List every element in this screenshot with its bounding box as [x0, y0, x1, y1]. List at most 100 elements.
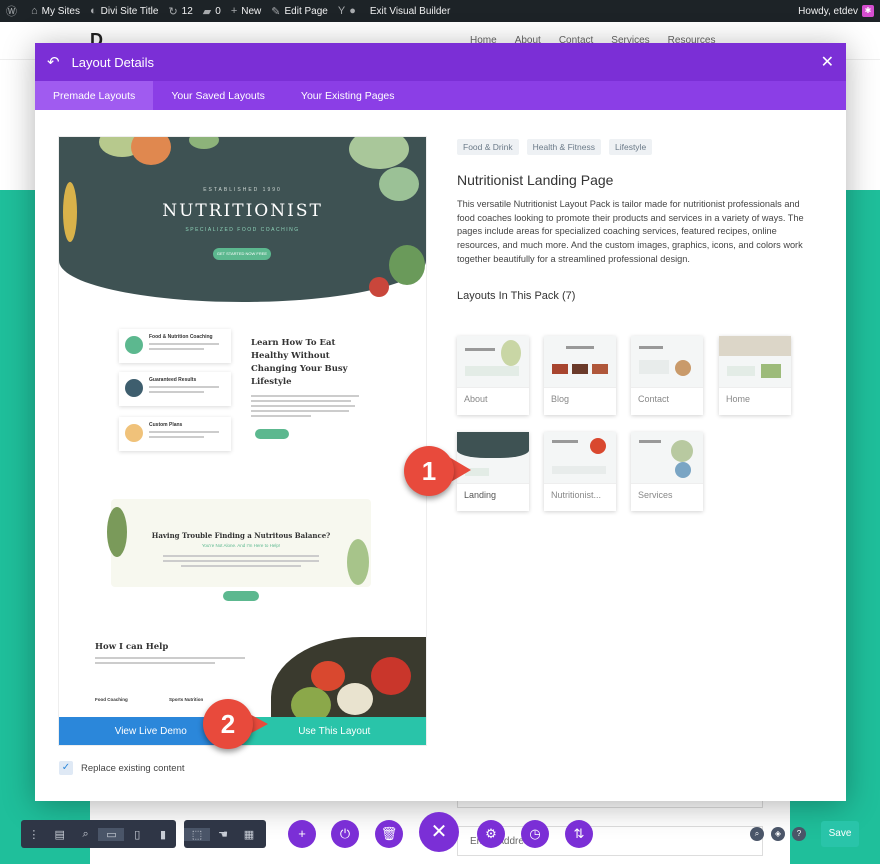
step-badge-1: 1	[404, 446, 454, 496]
portability-icon[interactable]: ⇅	[565, 820, 593, 848]
tab-saved-layouts[interactable]: Your Saved Layouts	[153, 81, 283, 110]
layout-thumb-contact[interactable]: Contact	[631, 336, 703, 415]
service-title: Custom Plans	[149, 422, 183, 428]
back-arrow-icon[interactable]: ↶	[47, 53, 60, 71]
help-item: Sports Nutrition	[169, 697, 204, 702]
thumb-image	[631, 336, 703, 388]
leaf-decoration	[379, 167, 419, 201]
settings-icon[interactable]: ⚙	[477, 820, 505, 848]
tab-premade-layouts[interactable]: Premade Layouts	[35, 81, 154, 110]
leaf-decoration	[189, 137, 219, 149]
my-sites-link[interactable]: ⌂ My Sites	[31, 5, 80, 17]
edit-mode-group: ⬚ ☚ ▦	[184, 820, 266, 848]
hero-subtitle: SPECIALIZED FOOD COACHING	[185, 227, 300, 233]
preview-hero: ESTABLISHED 1990 NUTRITIONIST SPECIALIZE…	[59, 137, 426, 302]
wordpress-logo[interactable]: Ⓦ	[6, 3, 21, 19]
site-title-label: Divi Site Title	[100, 5, 159, 17]
layout-thumb-nutritionist[interactable]: Nutritionist...	[544, 432, 616, 511]
leaf-icon	[125, 336, 143, 354]
pack-heading: Layouts In This Pack (7)	[457, 289, 576, 302]
hero-eyebrow: ESTABLISHED 1990	[203, 187, 282, 193]
comments-link[interactable]: ▰ 0	[203, 5, 221, 18]
comment-icon: ▰	[202, 5, 212, 18]
greeting-label: Howdy, etdev	[798, 5, 858, 17]
help-item: Food Coaching	[95, 697, 128, 702]
help-heading: How I can Help	[95, 642, 169, 652]
history-icon[interactable]: ◷	[521, 820, 549, 848]
layout-preview[interactable]: ESTABLISHED 1990 NUTRITIONIST SPECIALIZE…	[59, 137, 426, 745]
updates-link[interactable]: ↻ 12	[168, 5, 192, 18]
new-content-link[interactable]: + New	[231, 5, 261, 17]
help-icon[interactable]: ?	[792, 827, 806, 841]
more-options-icon[interactable]: ⋮	[21, 828, 47, 841]
phone-icon[interactable]: ▮	[150, 828, 176, 841]
save-button[interactable]: Save	[821, 821, 859, 847]
tab-existing-pages[interactable]: Your Existing Pages	[283, 81, 413, 110]
grid-mode-icon[interactable]: ▦	[236, 828, 262, 841]
layout-thumb-services[interactable]: Services	[631, 432, 703, 511]
hover-mode-icon[interactable]: ⬚	[184, 827, 210, 841]
home-icon: ⌂	[31, 5, 38, 17]
plan-icon	[125, 424, 143, 442]
layout-title: Nutritionist Landing Page	[457, 172, 614, 188]
updates-count: 12	[181, 5, 193, 17]
fruit-decoration	[131, 137, 171, 165]
hero-button: GET STARTED NOW FREE	[213, 248, 271, 260]
modal-tabs: Premade Layouts Your Saved Layouts Your …	[35, 81, 846, 110]
learn-heading-text: Learn How To Eat Healthy Without Changin…	[251, 338, 348, 387]
search-icon[interactable]: ⌕	[750, 827, 764, 841]
plus-icon: +	[230, 5, 238, 17]
power-icon[interactable]: ⏻	[331, 820, 359, 848]
learn-paragraph	[251, 395, 371, 417]
admin-bar: Ⓦ ⌂ My Sites ◐ Divi Site Title ↻ 12 ▰ 0 + New…	[0, 0, 880, 22]
replace-existing-option[interactable]: ✓ Replace existing content	[59, 761, 185, 775]
layout-thumb-blog[interactable]: Blog	[544, 336, 616, 415]
step-badge-2: 2	[203, 699, 253, 749]
view-mode-group: ⋮ ▤ ⌕ ▭ ▯ ▮	[21, 820, 176, 848]
thumb-image	[544, 432, 616, 484]
tag-food-drink[interactable]: Food & Drink	[457, 139, 519, 155]
desktop-icon[interactable]: ▭	[98, 827, 125, 841]
layout-description: This versatile Nutritionist Layout Pack …	[457, 199, 804, 264]
tag-lifestyle[interactable]: Lifestyle	[608, 139, 653, 155]
modal-title: Layout Details	[71, 54, 154, 70]
trouble-heading: Having Trouble Finding a Nutritous Balan…	[151, 531, 331, 540]
status-dot-icon: ●	[349, 5, 356, 17]
thumb-label: Blog	[551, 394, 570, 404]
tablet-icon[interactable]: ▯	[124, 828, 150, 841]
layout-thumb-about[interactable]: About	[457, 336, 529, 415]
trash-icon[interactable]: 🗑	[375, 820, 403, 848]
service-title: Guaranteed Results	[149, 377, 197, 383]
exit-builder-label: Exit Visual Builder	[369, 5, 451, 17]
replace-label: Replace existing content	[81, 762, 185, 774]
new-label: New	[241, 5, 262, 17]
exit-builder-link[interactable]: Exit Visual Builder	[370, 6, 450, 17]
close-builder-icon[interactable]: ✕	[419, 812, 459, 852]
service-card: Food & Nutrition Coaching	[119, 329, 231, 363]
account-menu[interactable]: Howdy, etdev ✱	[798, 5, 874, 17]
edit-page-link[interactable]: ✎ Edit Page	[271, 5, 328, 18]
site-title-link[interactable]: ◐ Divi Site Title	[90, 5, 158, 17]
close-icon[interactable]: ✕	[821, 52, 834, 72]
vegetable-decoration	[389, 245, 425, 285]
builder-bottom-bar: ⋮ ▤ ⌕ ▭ ▯ ▮ ⬚ ☚ ▦ + ⏻ 🗑 ✕ ⚙ ◷ ⇅ ⌕ ◈ ? Sa…	[0, 806, 880, 864]
hero-title: NUTRITIONIST	[162, 201, 323, 221]
use-this-layout-button[interactable]: Use This Layout	[242, 717, 426, 745]
layout-thumb-home[interactable]: Home	[719, 336, 791, 415]
tag-health-fitness[interactable]: Health & Fitness	[526, 139, 601, 155]
layers-icon[interactable]: ◈	[771, 827, 785, 841]
checkmark-icon[interactable]: ✓	[59, 761, 73, 775]
target-icon	[125, 379, 143, 397]
add-icon[interactable]: +	[288, 820, 316, 848]
contact-pill	[255, 429, 289, 439]
thumb-label: Nutritionist...	[551, 490, 602, 500]
click-mode-icon[interactable]: ☚	[210, 828, 236, 841]
service-card: Custom Plans	[119, 417, 231, 451]
learn-heading: Learn How To Eat Healthy Without Changin…	[251, 337, 371, 420]
wireframe-icon[interactable]: ▤	[47, 828, 73, 841]
zoom-icon[interactable]: ⌕	[73, 828, 99, 841]
contact-pill	[223, 591, 259, 601]
category-tags: Food & Drink Health & Fitness Lifestyle	[457, 139, 817, 155]
yoast-link[interactable]: Y ●	[338, 5, 360, 17]
service-card: Guaranteed Results	[119, 372, 231, 406]
